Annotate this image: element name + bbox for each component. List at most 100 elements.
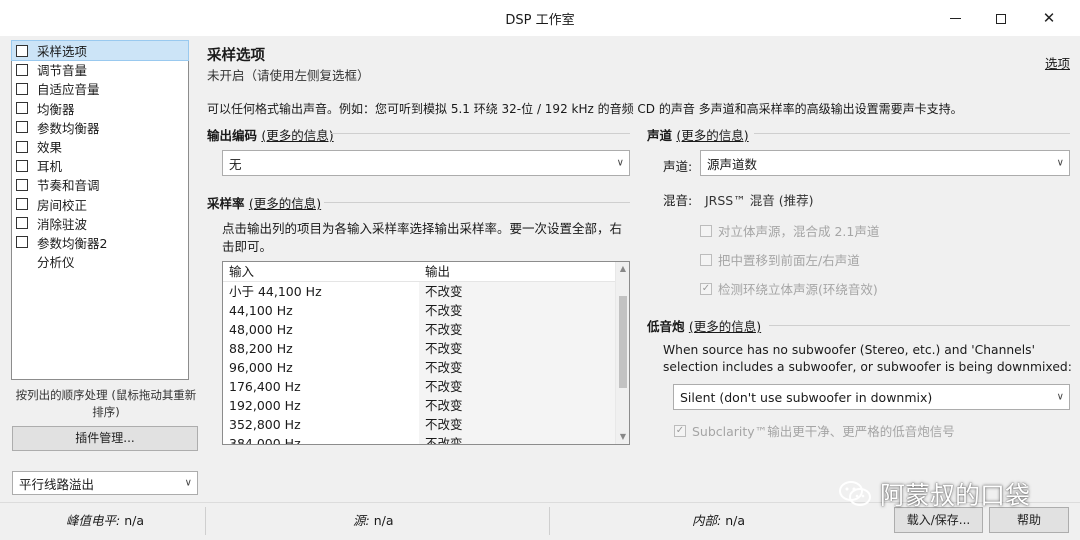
checkbox[interactable] xyxy=(16,82,28,95)
input-rate-cell: 小于 44,100 Hz xyxy=(229,284,322,299)
table-row[interactable]: 48,000 Hz 不改变 xyxy=(223,320,616,339)
checkbox[interactable] xyxy=(700,224,712,237)
watermark: 阿蒙叔的口袋 xyxy=(838,476,1030,512)
output-rate-cell[interactable]: 不改变 xyxy=(419,434,616,444)
sidebar-item-label: 分析仪 xyxy=(37,255,75,271)
column-header-input: 输入 xyxy=(229,264,255,279)
sidebar-item-effects[interactable]: 效果 xyxy=(12,137,188,156)
sidebar-item-label: 采样选项 xyxy=(37,44,88,60)
table-row[interactable]: 352,800 Hz 不改变 xyxy=(223,415,616,434)
table-row[interactable]: 小于 44,100 Hz 不改变 xyxy=(223,282,616,301)
output-rate-cell[interactable]: 不改变 xyxy=(419,301,616,320)
checkbox[interactable] xyxy=(700,253,712,266)
output-rate-cell[interactable]: 不改变 xyxy=(419,282,616,301)
input-rate-cell: 48,000 Hz xyxy=(229,322,293,337)
sidebar-item-parametric-eq-2[interactable]: 参数均衡器2 xyxy=(12,233,188,252)
input-rate-cell: 44,100 Hz xyxy=(229,303,293,318)
output-encoding-more-link[interactable]: (更多的信息) xyxy=(261,128,333,143)
table-row[interactable]: 192,000 Hz 不改变 xyxy=(223,396,616,415)
sidebar-item-room-correction[interactable]: 房间校正 xyxy=(12,195,188,214)
sidebar-item-analyzer[interactable]: 分析仪 xyxy=(12,252,188,271)
minimize-button[interactable] xyxy=(932,4,978,32)
sidebar-item-label: 参数均衡器 xyxy=(37,120,100,136)
input-rate-cell: 176,400 Hz xyxy=(229,379,301,394)
checkbox[interactable] xyxy=(16,178,28,191)
checkbox-checked[interactable]: ✓ xyxy=(674,424,686,437)
table-row[interactable]: 44,100 Hz 不改变 xyxy=(223,301,616,320)
sample-rate-more-link[interactable]: (更多的信息) xyxy=(249,196,321,211)
table-row[interactable]: 88,200 Hz 不改变 xyxy=(223,339,616,358)
table-row[interactable]: 96,000 Hz 不改变 xyxy=(223,358,616,377)
window-title: DSP 工作室 xyxy=(505,13,575,28)
plugin-manager-button[interactable]: 插件管理... xyxy=(12,426,198,451)
option-label: 检测环绕立体声源(环绕音效) xyxy=(718,282,878,297)
divider xyxy=(330,133,630,134)
checkbox[interactable] xyxy=(16,236,28,249)
main-panel: 采样选项 未开启（请使用左侧复选框） 选项 可以任何格式输出声音。例如：您可听到… xyxy=(200,36,1080,502)
sidebar-item-parametric-eq[interactable]: 参数均衡器 xyxy=(12,118,188,137)
option-label: 把中置移到前面左/右声道 xyxy=(718,253,860,268)
table-row[interactable]: 176,400 Hz 不改变 xyxy=(223,377,616,396)
subwoofer-text-line-2: selection includes a subwoofer, or subwo… xyxy=(663,360,1072,374)
channel-select-value: 源声道数 xyxy=(707,156,758,172)
sidebar-item-label: 效果 xyxy=(37,140,63,156)
output-encoding-select[interactable]: 无 ∨ xyxy=(222,150,630,176)
input-rate-cell: 192,000 Hz xyxy=(229,398,301,413)
sidebar-item-adaptive-volume[interactable]: 自适应音量 xyxy=(12,79,188,98)
option-label: 对立体声源，混合成 2.1声道 xyxy=(718,224,880,239)
chevron-down-icon: ∨ xyxy=(184,477,192,489)
checkbox[interactable] xyxy=(16,217,28,230)
column-header-output: 输出 xyxy=(425,264,451,279)
overflow-select-value: 平行线路溢出 xyxy=(19,476,95,492)
option-detect-surround[interactable]: ✓ 检测环绕立体声源(环绕音效) xyxy=(700,279,878,298)
sidebar-item-standing-waves[interactable]: 消除驻波 xyxy=(12,214,188,233)
checkbox[interactable] xyxy=(16,140,28,153)
sidebar-item-volume[interactable]: 调节音量 xyxy=(12,60,188,79)
sample-rate-table[interactable]: 输入 输出 小于 44,100 Hz 不改变 44,100 Hz 不改变 48,00… xyxy=(222,261,630,445)
checkbox[interactable] xyxy=(16,44,28,57)
channel-label: 声道: xyxy=(663,159,693,174)
option-subclarity[interactable]: ✓ Subclarity™输出更干净、更严格的低音炮信号 xyxy=(674,421,955,440)
output-rate-cell[interactable]: 不改变 xyxy=(419,320,616,339)
options-link[interactable]: 选项 xyxy=(1045,53,1070,72)
output-rate-cell[interactable]: 不改变 xyxy=(419,377,616,396)
input-rate-cell: 352,800 Hz xyxy=(229,417,301,432)
dsp-module-list[interactable]: 采样选项 调节音量 自适应音量 均衡器 参数均衡器 效果 耳机 节奏和音调 房间… xyxy=(11,39,189,380)
channel-select[interactable]: 源声道数 ∨ xyxy=(700,150,1070,176)
channels-more-link[interactable]: (更多的信息) xyxy=(676,128,748,143)
output-rate-cell[interactable]: 不改变 xyxy=(419,339,616,358)
table-scrollbar[interactable]: ▲ ▼ xyxy=(615,262,629,444)
sidebar-item-headphones[interactable]: 耳机 xyxy=(12,156,188,175)
option-stereo-to-21[interactable]: 对立体声源，混合成 2.1声道 xyxy=(700,221,879,240)
checkbox-checked[interactable]: ✓ xyxy=(700,282,712,295)
checkbox[interactable] xyxy=(16,121,28,134)
scroll-up-icon[interactable]: ▲ xyxy=(616,262,629,276)
scrollbar-thumb[interactable] xyxy=(619,296,627,388)
checkbox[interactable] xyxy=(16,159,28,172)
close-button[interactable]: ✕ xyxy=(1026,4,1072,32)
divider xyxy=(754,133,1070,134)
peak-value: n/a xyxy=(124,513,144,528)
sidebar-item-tempo-pitch[interactable]: 节奏和音调 xyxy=(12,175,188,194)
chevron-down-icon: ∨ xyxy=(1056,391,1064,403)
checkbox[interactable] xyxy=(16,63,28,76)
subwoofer-select-value: Silent (don't use subwoofer in downmix) xyxy=(680,389,933,405)
output-rate-cell[interactable]: 不改变 xyxy=(419,396,616,415)
option-center-to-front[interactable]: 把中置移到前面左/右声道 xyxy=(700,250,860,269)
output-rate-cell[interactable]: 不改变 xyxy=(419,415,616,434)
subwoofer-select[interactable]: Silent (don't use subwoofer in downmix) … xyxy=(673,384,1070,410)
mix-label: 混音: xyxy=(663,193,693,208)
divider xyxy=(205,507,206,535)
sidebar-item-sampling[interactable]: 采样选项 xyxy=(11,39,189,62)
scroll-down-icon[interactable]: ▼ xyxy=(616,430,629,444)
maximize-button[interactable] xyxy=(978,4,1024,32)
sidebar-item-label: 房间校正 xyxy=(37,197,88,213)
sidebar-item-equalizer[interactable]: 均衡器 xyxy=(12,99,188,118)
checkbox[interactable] xyxy=(16,102,28,115)
subwoofer-heading: 低音炮 (更多的信息) xyxy=(647,316,761,335)
table-row[interactable]: 384,000 Hz 不改变 xyxy=(223,434,616,444)
output-rate-cell[interactable]: 不改变 xyxy=(419,358,616,377)
checkbox[interactable] xyxy=(16,198,28,211)
subwoofer-more-link[interactable]: (更多的信息) xyxy=(689,319,761,334)
overflow-select[interactable]: 平行线路溢出 ∨ xyxy=(12,471,198,495)
